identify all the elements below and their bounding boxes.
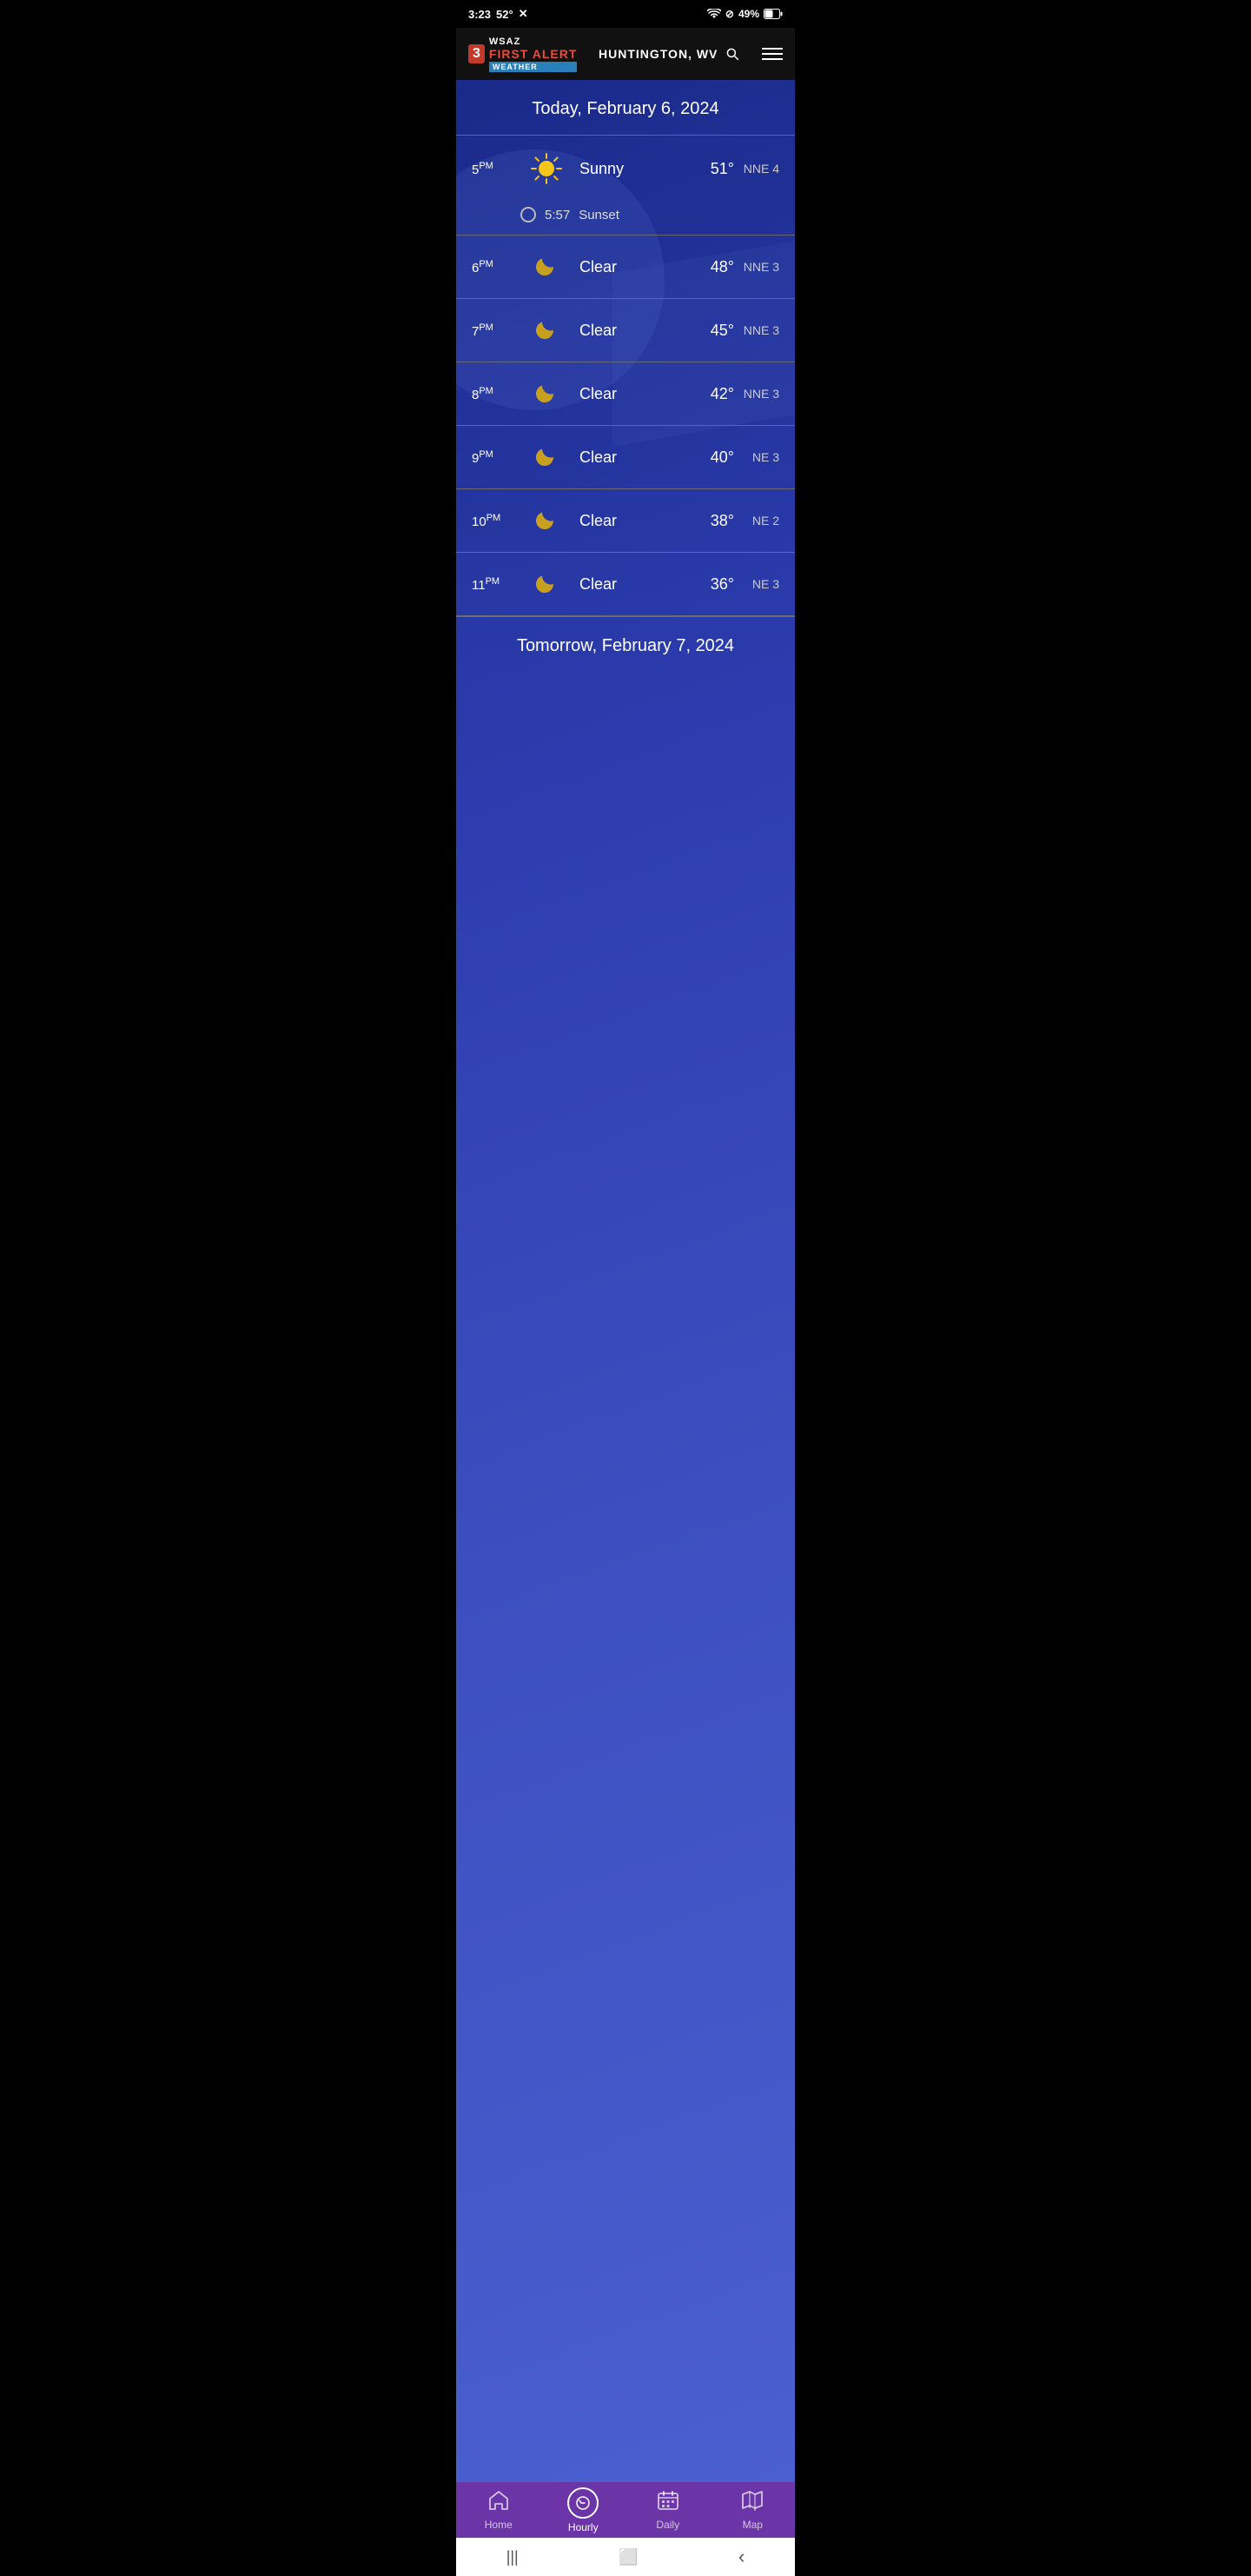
- temp-10pm: 38°: [682, 512, 734, 530]
- temp-9pm: 40°: [682, 448, 734, 467]
- signal-icon: ⊘: [725, 8, 734, 20]
- nav-hourly[interactable]: Hourly: [553, 2487, 613, 2533]
- wind-6pm: NNE 3: [734, 260, 779, 274]
- wind-11pm: NE 3: [734, 577, 779, 591]
- nav-hourly-label: Hourly: [568, 2521, 599, 2533]
- logo-station: WSAZ: [489, 37, 577, 47]
- condition-11pm: Clear: [573, 575, 682, 594]
- home-icon: [487, 2490, 510, 2516]
- sys-recent-button[interactable]: |||: [506, 2548, 519, 2566]
- weather-icon-10pm: [520, 503, 573, 538]
- daily-icon: [657, 2490, 679, 2516]
- location-text: HUNTINGTON, WV: [599, 47, 718, 61]
- condition-7pm: Clear: [573, 322, 682, 340]
- weather-row-11pm: 11PM Clear 36° NE 3: [456, 553, 795, 615]
- nav-home[interactable]: Home: [468, 2490, 529, 2531]
- status-time: 3:23: [468, 8, 491, 21]
- weather-row-9pm: 9PM Clear 40° NE 3: [456, 426, 795, 488]
- wifi-icon: [707, 9, 721, 19]
- time-9pm: 9PM: [472, 449, 520, 466]
- weather-row-10pm: 10PM Clear 38° NE 2: [456, 489, 795, 552]
- status-right: ⊘ 49%: [707, 8, 783, 20]
- system-nav-bar: ||| ⬜ ‹: [456, 2538, 795, 2576]
- moon-icon-0: [529, 249, 564, 284]
- night-rows: 6PM Clear 48° NNE 3 7PM Clear 45° NNE 3: [456, 236, 795, 616]
- weather-row-8pm: 8PM Clear 42° NNE 3: [456, 362, 795, 425]
- wind-8pm: NNE 3: [734, 387, 779, 401]
- sys-back-button[interactable]: ‹: [738, 2546, 745, 2568]
- condition-9pm: Clear: [573, 448, 682, 467]
- nav-daily-label: Daily: [656, 2519, 679, 2531]
- status-x-icon: ✕: [519, 7, 528, 21]
- hourly-icon: [567, 2487, 599, 2519]
- sunset-row: 5:57 Sunset: [456, 202, 795, 235]
- today-date-header: Today, February 6, 2024: [456, 80, 795, 135]
- map-icon: [741, 2490, 764, 2516]
- search-icon[interactable]: [725, 46, 740, 62]
- moon-icon-4: [529, 503, 564, 538]
- logo-channel-box: 3: [468, 44, 485, 63]
- time-5pm: 5PM: [472, 161, 520, 177]
- time-6pm: 6PM: [472, 259, 520, 276]
- temp-6pm: 48°: [682, 258, 734, 276]
- nav-map-label: Map: [743, 2519, 763, 2531]
- tomorrow-date-header: Tomorrow, February 7, 2024: [456, 617, 795, 672]
- time-11pm: 11PM: [472, 576, 520, 593]
- weather-icon-11pm: [520, 567, 573, 601]
- condition-6pm: Clear: [573, 258, 682, 276]
- temp-8pm: 42°: [682, 385, 734, 403]
- main-content: Today, February 6, 2024 5PM Sun: [456, 80, 795, 2482]
- weather-icon-9pm: [520, 440, 573, 475]
- temp-11pm: 36°: [682, 575, 734, 594]
- sys-home-button[interactable]: ⬜: [619, 2548, 638, 2566]
- nav-home-label: Home: [485, 2519, 513, 2531]
- moon-icon-1: [529, 313, 564, 348]
- sunset-circle-icon: [520, 207, 536, 222]
- status-bar: 3:23 52° ✕ ⊘ 49%: [456, 0, 795, 28]
- moon-icon-2: [529, 376, 564, 411]
- sunset-time: 5:57: [545, 208, 570, 222]
- status-temp: 52°: [496, 8, 513, 21]
- weather-icon-8pm: [520, 376, 573, 411]
- weather-row-7pm: 7PM Clear 45° NNE 3: [456, 299, 795, 362]
- hamburger-menu[interactable]: [762, 48, 783, 60]
- logo-alert: FIRST ALERT: [489, 47, 577, 61]
- condition-5pm: Sunny: [573, 160, 682, 178]
- logo-weather: WEATHER: [489, 62, 577, 72]
- condition-8pm: Clear: [573, 385, 682, 403]
- logo-channel-number: 3: [473, 46, 480, 62]
- nav-map[interactable]: Map: [722, 2490, 783, 2531]
- weather-icon-7pm: [520, 313, 573, 348]
- moon-icon-3: [529, 440, 564, 475]
- time-8pm: 8PM: [472, 386, 520, 402]
- weather-row-5pm: 5PM Sunny 51° NNE 4: [456, 136, 795, 202]
- battery-pct: 49%: [738, 8, 759, 20]
- weather-row-6pm: 6PM Clear 48° NNE 3: [456, 236, 795, 298]
- status-left: 3:23 52° ✕: [468, 7, 528, 21]
- app-logo: 3 WSAZ FIRST ALERT WEATHER: [468, 37, 577, 72]
- sun-icon: [527, 149, 566, 188]
- sunset-label: Sunset: [579, 208, 619, 222]
- condition-10pm: Clear: [573, 512, 682, 530]
- time-7pm: 7PM: [472, 322, 520, 339]
- app-header: 3 WSAZ FIRST ALERT WEATHER HUNTINGTON, W…: [456, 28, 795, 80]
- nav-daily[interactable]: Daily: [638, 2490, 698, 2531]
- wind-7pm: NNE 3: [734, 323, 779, 337]
- logo-text: WSAZ FIRST ALERT WEATHER: [489, 37, 577, 72]
- bottom-nav: Home Hourly Daily: [456, 2482, 795, 2538]
- wind-9pm: NE 3: [734, 450, 779, 464]
- wind-10pm: NE 2: [734, 514, 779, 528]
- wind-5pm: NNE 4: [734, 162, 779, 176]
- temp-5pm: 51°: [682, 160, 734, 178]
- moon-icon-5: [529, 567, 564, 601]
- weather-icon-5pm: [520, 149, 573, 188]
- battery-icon: [764, 9, 783, 19]
- time-10pm: 10PM: [472, 513, 520, 529]
- temp-7pm: 45°: [682, 322, 734, 340]
- header-location: HUNTINGTON, WV: [599, 46, 740, 62]
- weather-icon-6pm: [520, 249, 573, 284]
